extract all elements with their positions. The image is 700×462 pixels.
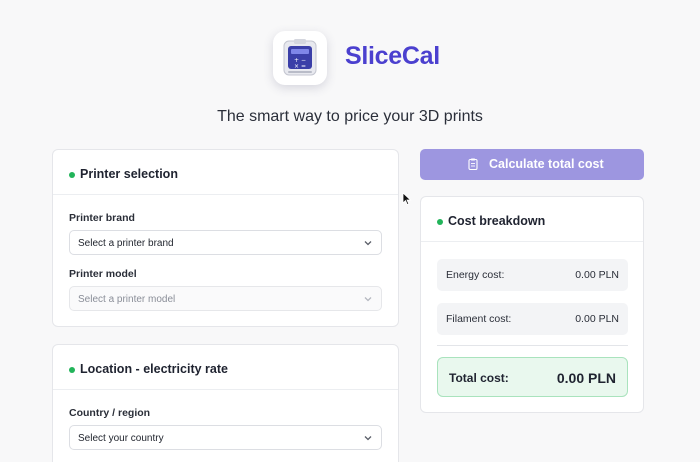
energy-cost-label: Energy cost: — [446, 269, 505, 281]
calculator-printer-icon: + − × = — [283, 39, 317, 76]
total-cost-label: Total cost: — [449, 371, 509, 385]
divider — [437, 345, 628, 346]
country-select[interactable]: Select your country — [69, 425, 382, 450]
svg-text:×: × — [294, 63, 299, 70]
svg-text:=: = — [301, 63, 306, 70]
cost-breakdown-title: Cost breakdown — [448, 214, 546, 228]
country-label: Country / region — [69, 407, 151, 419]
calculate-total-label: Calculate total cost — [489, 157, 604, 171]
printer-model-select[interactable]: Select a printer model — [69, 286, 382, 311]
app-header: + − × = SliceCal The smart way to price … — [0, 0, 700, 140]
printer-brand-select[interactable]: Select a printer brand — [69, 230, 382, 255]
chevron-down-icon — [364, 436, 372, 441]
filament-cost-row: Filament cost: 0.00 PLN — [437, 303, 628, 335]
status-dot — [437, 219, 443, 225]
cost-breakdown-header: Cost breakdown — [421, 197, 643, 242]
location-header: Location - electricity rate — [53, 345, 398, 390]
filament-cost-value: 0.00 PLN — [575, 313, 619, 325]
printer-model-label: Printer model — [69, 268, 137, 280]
total-cost-row: Total cost: 0.00 PLN — [437, 357, 628, 397]
printer-selection-card: Printer selection Printer brand Select a… — [52, 149, 399, 327]
filament-cost-label: Filament cost: — [446, 313, 512, 325]
status-dot — [69, 367, 75, 373]
calculate-total-button[interactable]: Calculate total cost — [420, 149, 644, 180]
cost-breakdown-card: Cost breakdown Energy cost: 0.00 PLN Fil… — [420, 196, 644, 413]
location-card: Location - electricity rate Country / re… — [52, 344, 399, 462]
location-title: Location - electricity rate — [80, 362, 228, 376]
printer-model-value: Select a printer model — [78, 294, 176, 305]
app-title: SliceCal — [345, 42, 440, 70]
app-logo: + − × = — [273, 31, 327, 85]
country-value: Select your country — [78, 433, 164, 444]
printer-selection-title: Printer selection — [80, 167, 178, 181]
app-tagline: The smart way to price your 3D prints — [217, 108, 483, 125]
printer-brand-value: Select a printer brand — [78, 238, 174, 249]
chevron-down-icon — [364, 241, 372, 246]
clipboard-icon — [468, 158, 478, 170]
printer-brand-label: Printer brand — [69, 212, 135, 224]
mouse-cursor-icon — [402, 192, 412, 206]
printer-selection-header: Printer selection — [53, 150, 398, 195]
status-dot — [69, 172, 75, 178]
energy-cost-value: 0.00 PLN — [575, 269, 619, 281]
total-cost-value: 0.00 PLN — [556, 370, 616, 386]
energy-cost-row: Energy cost: 0.00 PLN — [437, 259, 628, 291]
chevron-down-icon — [364, 297, 372, 302]
